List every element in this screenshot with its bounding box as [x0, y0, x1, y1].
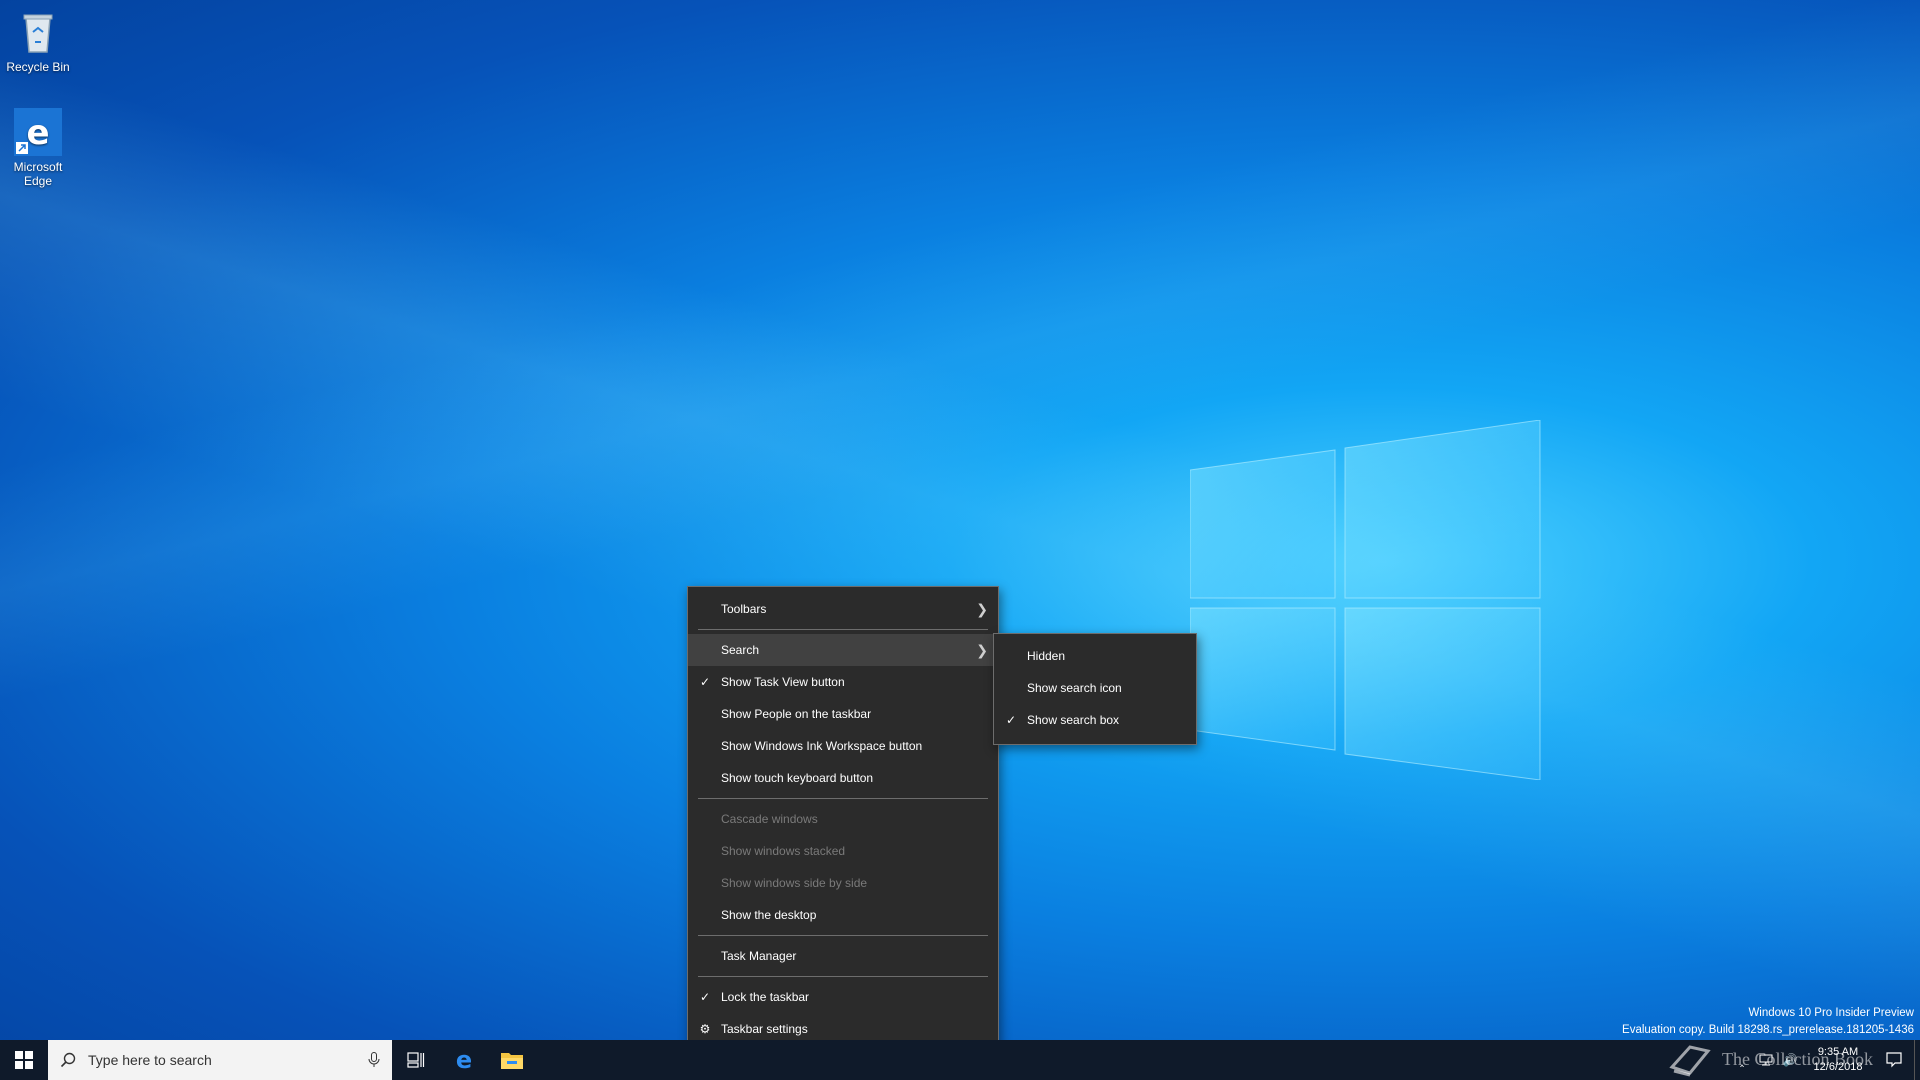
file-explorer-icon [501, 1053, 523, 1069]
desktop-icon-microsoft-edge[interactable]: e Microsoft Edge [0, 108, 76, 188]
menu-item-label: Task Manager [721, 949, 797, 963]
edge-icon: e [14, 108, 62, 156]
menu-item-label: Cascade windows [721, 812, 818, 826]
menu-item-task-manager[interactable]: Task Manager [688, 940, 998, 972]
taskbar: Type here to search e ‸ 🔊 9:35 AM 12/6/2… [0, 1040, 1920, 1080]
watermark-line: Evaluation copy. Build 18298.rs_prerelea… [1622, 1024, 1914, 1036]
chevron-right-icon: ❯ [976, 642, 988, 658]
menu-item-label: Show windows side by side [721, 876, 868, 890]
menu-item-toolbars[interactable]: Toolbars ❯ [688, 593, 998, 625]
menu-item-label: Lock the taskbar [721, 990, 810, 1004]
menu-item-label: Taskbar settings [721, 1022, 808, 1036]
edge-taskbar-button[interactable]: e [440, 1040, 488, 1080]
menu-separator [698, 976, 988, 977]
clock-time: 9:35 AM [1817, 1046, 1859, 1058]
submenu-item-show-search-box[interactable]: ✓ Show search box [994, 704, 1196, 736]
start-button[interactable] [0, 1040, 48, 1080]
recycle-bin-icon [14, 8, 62, 56]
menu-item-label: Show search icon [1027, 681, 1122, 695]
menu-separator [698, 629, 988, 630]
watermark-line: Windows 10 Pro Insider Preview [1748, 1007, 1914, 1019]
menu-item-show-people[interactable]: Show People on the taskbar [688, 698, 998, 730]
task-view-icon [407, 1052, 425, 1068]
search-submenu: Hidden Show search icon ✓ Show search bo… [993, 633, 1197, 745]
chevron-right-icon: ❯ [976, 601, 988, 617]
windows-logo-wallpaper [1190, 420, 1541, 780]
taskbar-clock[interactable]: 9:35 AM 12/6/2018 [1802, 1045, 1874, 1075]
menu-item-label: Toolbars [721, 602, 767, 616]
menu-item-label: Show Windows Ink Workspace button [721, 739, 923, 753]
menu-item-show-touch-keyboard[interactable]: Show touch keyboard button [688, 762, 998, 794]
menu-item-label: Show touch keyboard button [721, 771, 874, 785]
menu-item-label: Hidden [1027, 649, 1066, 663]
microphone-icon[interactable] [356, 1040, 392, 1080]
chevron-up-icon[interactable]: ‸ [1730, 1040, 1754, 1080]
windows-start-icon [15, 1051, 33, 1069]
search-placeholder: Type here to search [88, 1052, 212, 1068]
checkmark-icon: ✓ [699, 990, 711, 1004]
notification-icon [1886, 1052, 1902, 1068]
menu-item-windows-stacked: Show windows stacked [688, 835, 998, 867]
menu-item-show-desktop[interactable]: Show the desktop [688, 899, 998, 931]
desktop-icon-label: Microsoft Edge [13, 160, 63, 188]
menu-separator [698, 935, 988, 936]
menu-item-label: Show Task View button [721, 675, 845, 689]
menu-item-label: Show the desktop [721, 908, 817, 922]
menu-item-show-ink-workspace[interactable]: Show Windows Ink Workspace button [688, 730, 998, 762]
system-tray: ‸ 🔊 9:35 AM 12/6/2018 [1730, 1040, 1920, 1080]
menu-item-lock-taskbar[interactable]: ✓ Lock the taskbar [688, 981, 998, 1013]
submenu-item-show-search-icon[interactable]: Show search icon [994, 672, 1196, 704]
search-icon [60, 1052, 76, 1068]
menu-item-label: Show People on the taskbar [721, 707, 872, 721]
edge-icon: e [456, 1048, 472, 1072]
desktop-icon-recycle-bin[interactable]: Recycle Bin [0, 8, 76, 74]
menu-item-windows-side-by-side: Show windows side by side [688, 867, 998, 899]
menu-item-cascade-windows: Cascade windows [688, 803, 998, 835]
menu-item-search[interactable]: Search ❯ [688, 634, 998, 666]
menu-separator [698, 798, 988, 799]
show-desktop-button[interactable] [1914, 1040, 1920, 1080]
svg-text:e: e [26, 113, 49, 153]
build-watermark: Windows 10 Pro Insider Preview Evaluatio… [1622, 1005, 1914, 1039]
taskbar-context-menu: Toolbars ❯ Search ❯ ✓ Show Task View but… [687, 586, 999, 1054]
menu-item-label: Show windows stacked [721, 844, 846, 858]
menu-item-show-task-view-button[interactable]: ✓ Show Task View button [688, 666, 998, 698]
checkmark-icon: ✓ [1005, 713, 1017, 727]
task-view-button[interactable] [392, 1040, 440, 1080]
menu-item-label: Search [721, 643, 760, 657]
volume-icon[interactable]: 🔊 [1778, 1040, 1802, 1080]
svg-text:e: e [456, 1048, 472, 1072]
menu-item-label: Show search box [1027, 713, 1120, 727]
file-explorer-button[interactable] [488, 1040, 536, 1080]
network-icon[interactable] [1754, 1040, 1778, 1080]
submenu-item-hidden[interactable]: Hidden [994, 640, 1196, 672]
action-center-button[interactable] [1874, 1040, 1914, 1080]
taskbar-search-box[interactable]: Type here to search [48, 1040, 392, 1080]
desktop-icon-label: Recycle Bin [6, 60, 70, 74]
checkmark-icon: ✓ [699, 675, 711, 689]
clock-date: 12/6/2018 [1813, 1061, 1863, 1073]
